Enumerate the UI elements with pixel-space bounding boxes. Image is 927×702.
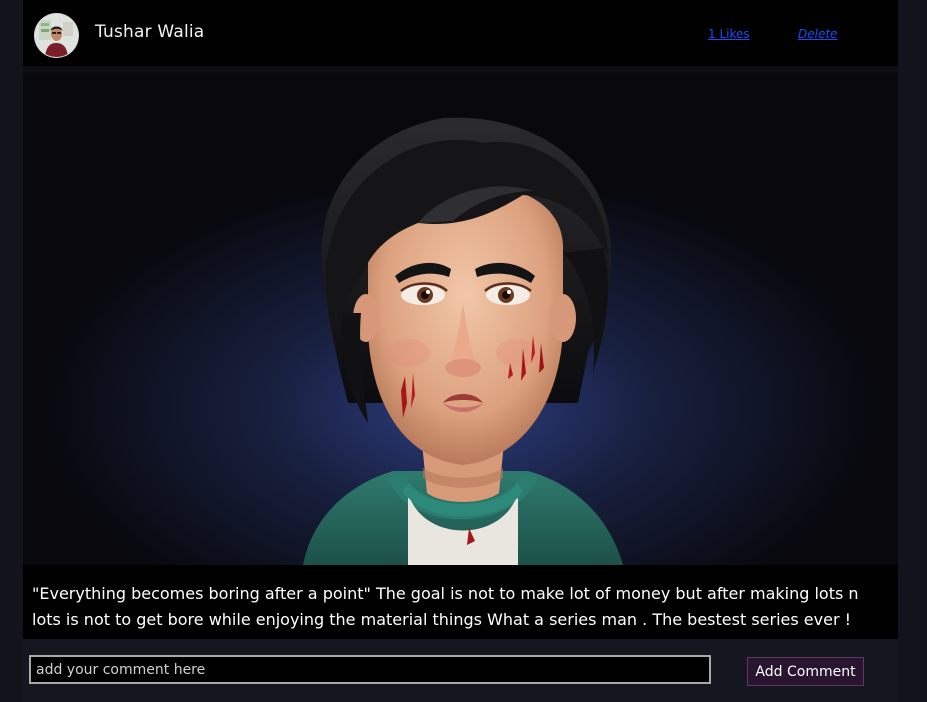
add-comment-button[interactable]: Add Comment <box>747 657 864 686</box>
character-portrait-image <box>23 73 898 565</box>
comment-bar: Add Comment <box>23 639 898 702</box>
caption-box: "Everything becomes boring after a point… <box>23 565 898 639</box>
post-caption: "Everything becomes boring after a point… <box>32 584 859 629</box>
author-name[interactable]: Tushar Walia <box>95 22 204 42</box>
comment-input[interactable] <box>29 655 711 684</box>
likes-link[interactable]: 1 Likes <box>708 27 750 41</box>
delete-link[interactable]: Delete <box>798 27 837 41</box>
author-avatar[interactable] <box>35 14 78 57</box>
post-header: Tushar Walia 1 Likes Delete <box>23 0 898 66</box>
avatar-photo <box>35 14 78 57</box>
post-image <box>23 73 898 565</box>
post-card: Tushar Walia 1 Likes Delete "Everything … <box>23 0 898 702</box>
